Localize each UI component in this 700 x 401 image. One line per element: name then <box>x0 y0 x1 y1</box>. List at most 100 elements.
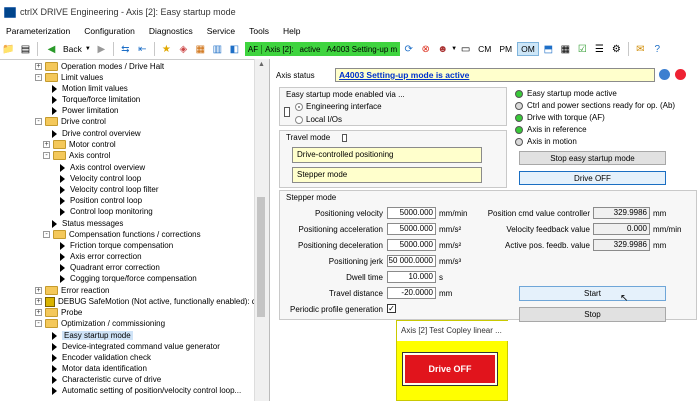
tree-item[interactable]: Drive control overview <box>52 128 141 139</box>
page-arrow-icon <box>60 263 65 272</box>
folder-open-icon[interactable]: 📁 <box>2 43 15 56</box>
param-input[interactable]: 10.000 <box>387 271 436 283</box>
start-button[interactable]: Start <box>519 286 666 301</box>
tree-item[interactable]: Velocity control loop filter <box>60 184 159 195</box>
forward-icon[interactable]: ▶ <box>95 43 108 56</box>
stop-icon[interactable]: ⊗ <box>419 43 432 56</box>
tree-item[interactable]: Automatic setting of position/velocity c… <box>52 385 241 396</box>
tree-item[interactable]: Easy startup mode <box>52 330 133 341</box>
user-icon[interactable]: ☻ <box>436 43 449 56</box>
tree-item[interactable]: - Drive control <box>35 116 106 127</box>
error-reset-icon[interactable] <box>675 69 686 80</box>
navigate-icon[interactable]: ⇆ <box>119 43 132 56</box>
tree-scrollbar[interactable]: ▲ <box>254 59 266 401</box>
expand-icon[interactable]: + <box>43 141 50 148</box>
tree-item[interactable]: + Operation modes / Drive Halt <box>35 61 164 72</box>
tree-item[interactable]: Characteristic curve of drive <box>52 374 161 385</box>
grid-icon[interactable]: ▦ <box>559 43 572 56</box>
settings-icon[interactable]: ⚙ <box>610 43 623 56</box>
tree-item[interactable]: Torque/force limitation <box>52 94 140 105</box>
tree-item[interactable]: Device-integrated command value generato… <box>52 341 220 352</box>
tree-item[interactable]: + Error reaction <box>35 285 109 296</box>
tree-item[interactable]: + Motor control <box>43 139 116 150</box>
menu-tools[interactable]: Tools <box>242 24 276 39</box>
collapse-icon[interactable]: - <box>35 74 42 81</box>
tree-item[interactable]: Position control loop <box>60 195 142 206</box>
chevron-down-icon[interactable]: ▼ <box>451 46 457 52</box>
periodic-profile-checkbox[interactable]: ✓ <box>387 304 396 313</box>
expand-icon[interactable]: + <box>35 298 42 305</box>
tree-item[interactable]: Status messages <box>52 218 123 229</box>
tree-item[interactable]: Motor data identification <box>52 363 147 374</box>
expand-icon[interactable]: + <box>35 309 42 316</box>
mode-cm-button[interactable]: CM <box>475 43 494 55</box>
menu-parameterization[interactable]: Parameterization <box>0 24 77 39</box>
oscilloscope-icon[interactable]: ◧ <box>228 43 241 56</box>
tree-item[interactable]: - Axis control <box>43 150 110 161</box>
tree-item[interactable]: Control loop monitoring <box>60 206 153 217</box>
param-input[interactable]: 50 000.0000 <box>387 255 436 267</box>
stop-easy-startup-button[interactable]: Stop easy startup mode <box>519 151 666 165</box>
mode-pm-button[interactable]: PM <box>496 43 515 55</box>
refresh-icon[interactable] <box>659 69 670 80</box>
mode-om-button[interactable]: OM <box>517 42 539 56</box>
drive-icon[interactable]: ⬒ <box>542 43 555 56</box>
tree-item[interactable]: Axis control overview <box>60 162 145 173</box>
chevron-down-icon: ▼ <box>84 46 91 52</box>
collapse-icon[interactable]: - <box>35 320 42 327</box>
tag-icon[interactable]: ◈ <box>177 43 190 56</box>
collapse-icon[interactable]: - <box>43 152 50 159</box>
tree-item[interactable]: Quadrant error correction <box>60 262 160 273</box>
tree-item[interactable]: Axis error correction <box>60 251 142 262</box>
option-engineering[interactable]: Engineering interface <box>295 102 382 111</box>
popup-drive-off-button[interactable]: Drive OFF <box>402 352 498 386</box>
menu-diagnostics[interactable]: Diagnostics <box>142 24 200 39</box>
param-input[interactable]: 5000.000 <box>387 207 436 219</box>
navigate-back-icon[interactable]: ⇤ <box>136 43 149 56</box>
tree-item[interactable]: Motion limit values <box>52 83 128 94</box>
collapse-icon[interactable]: - <box>43 231 50 238</box>
mail-icon[interactable]: ✉ <box>634 43 647 56</box>
tree-item[interactable]: - Compensation functions / corrections <box>43 229 201 240</box>
tree-item[interactable]: Velocity control loop <box>60 173 141 184</box>
param-input[interactable]: 5000.000 <box>387 239 436 251</box>
checkbox-icon[interactable]: ☑ <box>576 43 589 56</box>
refresh-icon[interactable]: ⟳ <box>402 43 415 56</box>
menu-help[interactable]: Help <box>276 24 307 39</box>
favorite-star-icon[interactable]: ★ <box>160 43 173 56</box>
tree-item[interactable]: + Probe <box>35 307 82 318</box>
tree-item[interactable]: Friction torque compensation <box>60 240 173 251</box>
travel-mode-field[interactable]: Drive-controlled positioning <box>292 147 482 163</box>
folder-icon <box>53 151 66 160</box>
param-input[interactable]: -20.0000 <box>387 287 436 299</box>
back-button[interactable]: ◀ Back ▼ <box>41 41 93 57</box>
scroll-up-icon[interactable]: ▲ <box>258 61 265 68</box>
tree-item[interactable]: Power limitation <box>52 105 118 116</box>
option-local-ios[interactable]: Local I/Os <box>295 115 342 124</box>
tree-item[interactable]: Cogging torque/force compensation <box>60 273 197 284</box>
scrollbar-thumb[interactable] <box>257 197 265 317</box>
expand-icon[interactable]: + <box>35 63 42 70</box>
monitor-icon[interactable]: ▭ <box>459 43 472 56</box>
tree-item[interactable]: - Optimization / commissioning <box>35 318 165 329</box>
tree-view-icon[interactable]: ▤ <box>19 43 32 56</box>
tree-item[interactable]: Encoder validation check <box>52 352 151 363</box>
tree-item[interactable]: + DEBUG SafeMotion (Not active, functiona… <box>35 296 254 307</box>
stop-button[interactable]: Stop <box>519 307 666 322</box>
radio-engineering[interactable] <box>295 102 303 111</box>
help-icon[interactable]: ? <box>651 43 664 56</box>
calculator-icon[interactable]: ▦ <box>194 43 207 56</box>
radio-local-ios[interactable] <box>295 115 303 124</box>
tree-item[interactable]: - Limit values <box>35 72 103 83</box>
expand-icon[interactable]: + <box>35 287 42 294</box>
drive-off-button[interactable]: Drive OFF <box>519 171 666 185</box>
travel-submode-field[interactable]: Stepper mode <box>292 167 482 183</box>
menu-configuration[interactable]: Configuration <box>77 24 142 39</box>
menu-service[interactable]: Service <box>200 24 242 39</box>
list-icon[interactable]: ☰ <box>593 43 606 56</box>
collapse-icon[interactable]: - <box>35 118 42 125</box>
param-input[interactable]: 5000.000 <box>387 223 436 235</box>
chart-icon[interactable]: ▥ <box>211 43 224 56</box>
axis-status-field[interactable]: A4003 Setting-up mode is active <box>335 68 655 82</box>
tree-item-label: Torque/force limitation <box>62 95 141 104</box>
